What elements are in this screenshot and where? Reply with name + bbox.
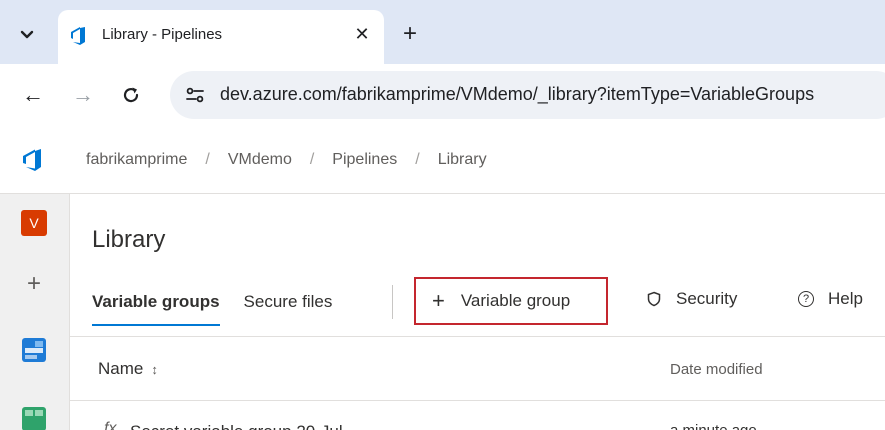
back-button[interactable]: ←: [20, 82, 46, 108]
variable-group-date: a minute ago: [670, 422, 757, 430]
reload-icon: [123, 87, 139, 103]
page-title: Library: [92, 226, 166, 253]
breadcrumb: fabrikamprime / VMdemo / Pipelines / Lib…: [86, 151, 487, 169]
project-avatar[interactable]: V: [21, 210, 47, 236]
add-variable-group-button[interactable]: + Variable group: [414, 277, 608, 325]
breadcrumb-library[interactable]: Library: [438, 151, 487, 169]
tab-title: Library - Pipelines: [102, 26, 223, 43]
close-tab-icon[interactable]: ✕: [350, 22, 374, 46]
test-plans-icon[interactable]: [21, 406, 47, 430]
breadcrumb-separator: /: [205, 151, 210, 168]
help-label: Help: [828, 289, 863, 308]
shield-icon: [647, 291, 661, 307]
address-bar[interactable]: dev.azure.com/fabrikamprime/VMdemo/_libr…: [170, 71, 885, 119]
breadcrumb-project[interactable]: VMdemo: [228, 151, 292, 169]
boards-icon[interactable]: [21, 337, 47, 363]
sort-icon[interactable]: ↕: [151, 362, 157, 377]
site-info-icon[interactable]: [184, 84, 206, 106]
security-button[interactable]: Security: [646, 289, 737, 309]
tab-secure-files[interactable]: Secure files: [244, 292, 333, 316]
security-label: Security: [676, 289, 738, 308]
breadcrumb-organization[interactable]: fabrikamprime: [86, 151, 187, 169]
library-tabs: Variable groups Secure files: [92, 289, 333, 326]
breadcrumb-separator: /: [309, 151, 315, 168]
left-nav-rail: V +: [0, 194, 70, 430]
azure-devops-favicon-icon: [71, 27, 85, 45]
browser-tab[interactable]: Library - Pipelines ✕: [58, 10, 384, 64]
table-row[interactable]: fx Secret variable group 20-Jul a minute…: [70, 402, 885, 430]
azure-devops-logo-icon[interactable]: [20, 146, 44, 172]
browser-tab-strip: Library - Pipelines ✕ +: [0, 0, 885, 64]
variable-group-icon: fx: [104, 420, 117, 430]
reload-button[interactable]: [118, 82, 144, 108]
column-header-date-modified[interactable]: Date modified: [670, 361, 763, 378]
toolbar-divider: [392, 285, 393, 319]
help-button[interactable]: ? Help: [798, 289, 863, 309]
table-header: Name ↕ Date modified: [70, 337, 885, 401]
tab-variable-groups[interactable]: Variable groups: [92, 292, 220, 326]
devops-header: fabrikamprime / VMdemo / Pipelines / Lib…: [0, 126, 885, 194]
forward-button[interactable]: →: [70, 82, 96, 108]
column-name-label: Name: [98, 359, 144, 378]
url-text: dev.azure.com/fabrikamprime/VMdemo/_libr…: [220, 84, 815, 104]
chevron-down-icon: [20, 30, 34, 39]
new-tab-button[interactable]: +: [396, 20, 424, 48]
tab-search-button[interactable]: [10, 21, 44, 49]
plus-icon: +: [432, 288, 445, 313]
breadcrumb-separator: /: [415, 151, 420, 168]
variable-group-name[interactable]: Secret variable group 20-Jul: [130, 422, 343, 430]
browser-toolbar: ← → dev.azure.com/fabrikamprime/VMdemo/_…: [0, 64, 885, 126]
column-header-name[interactable]: Name ↕: [98, 359, 158, 379]
help-icon: ?: [798, 291, 814, 307]
add-variable-group-label: Variable group: [460, 291, 571, 310]
breadcrumb-pipelines[interactable]: Pipelines: [332, 151, 397, 169]
add-icon[interactable]: +: [22, 270, 46, 297]
